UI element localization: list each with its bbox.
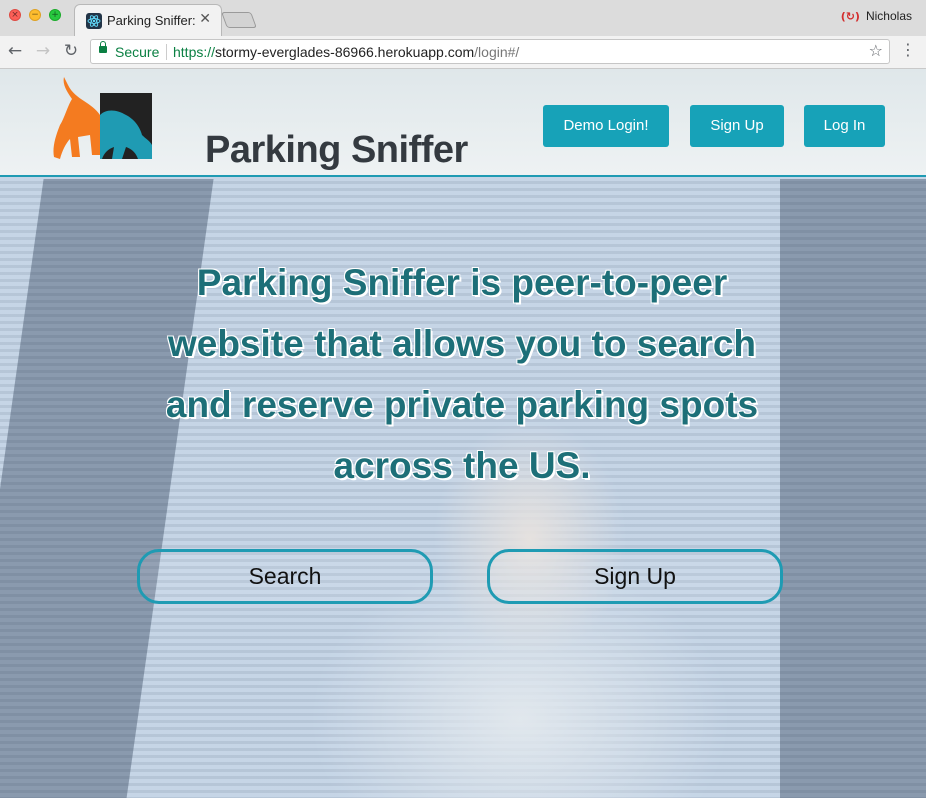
bookmark-star-icon[interactable]: ☆ [869,41,883,60]
signup-header-button[interactable]: Sign Up [690,105,784,147]
close-window-button[interactable]: × [9,9,21,21]
tab-title: Parking Sniffer: [107,13,196,28]
landing-page: Parking Sniffer Demo Login! Sign Up Log … [0,69,926,798]
tab-close-icon[interactable]: ✕ [199,11,211,27]
minimize-window-button[interactable]: − [29,9,41,21]
browser-menu-icon[interactable]: ⋮ [900,42,916,58]
browser-tab[interactable]: Parking Sniffer: ✕ [74,4,222,36]
url-scheme: https:// [173,44,216,60]
omnibox-divider [166,44,167,60]
secure-label: Secure [115,44,160,60]
url-host: stormy-everglades-86966.herokuapp.com [215,44,475,60]
hero-tagline: Parking Sniffer is peer-to-peer website … [165,262,759,486]
demo-login-button[interactable]: Demo Login! [543,105,669,147]
address-bar[interactable]: Secure https://stormy-everglades-86966.h… [90,39,890,64]
site-logo[interactable]: Parking Sniffer [50,75,468,171]
profile-sync-icon: (↻) [840,10,860,23]
logo-text: Parking Sniffer [205,129,468,171]
url-text[interactable]: https://stormy-everglades-86966.herokuap… [173,44,519,60]
browser-titlebar: × − + Parking Sniffer: ✕ (↻) Nicholas [0,0,926,36]
forward-icon[interactable]: → [32,40,54,62]
back-icon[interactable]: ← [4,40,26,62]
profile-name: Nicholas [865,9,912,23]
profile-button[interactable]: (↻) Nicholas [841,9,912,23]
login-header-button[interactable]: Log In [804,105,885,147]
search-button[interactable]: Search [137,549,433,604]
signup-button[interactable]: Sign Up [487,549,783,604]
react-favicon-icon [86,13,102,29]
car-frame-right [780,179,926,798]
lock-icon [99,41,107,53]
maximize-window-button[interactable]: + [49,9,61,21]
site-header: Parking Sniffer Demo Login! Sign Up Log … [0,69,926,177]
new-tab-button[interactable] [221,12,257,28]
reload-icon[interactable]: ↻ [60,40,82,62]
browser-toolbar: ← → ↻ Secure https://stormy-everglades-8… [0,36,926,69]
url-path: /login#/ [474,44,520,60]
